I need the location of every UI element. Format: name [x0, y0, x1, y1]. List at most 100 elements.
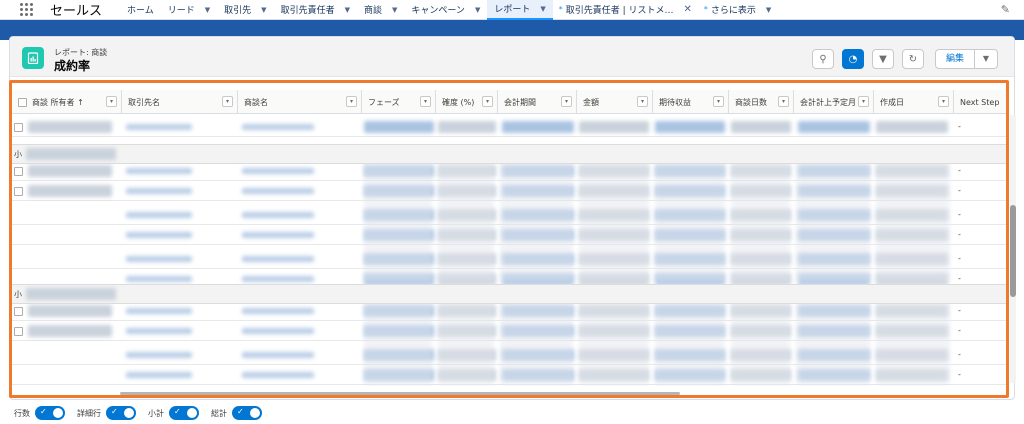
- subtotal-label: 小: [14, 150, 22, 159]
- column-header[interactable]: 確度 (%) ▾: [436, 90, 498, 114]
- redacted-account-link[interactable]: [126, 124, 192, 130]
- row-checkbox[interactable]: [14, 307, 23, 316]
- tab-contact-list[interactable]: * 取引先責任者 | リストメ… ✕: [553, 0, 698, 20]
- column-menu-icon[interactable]: ▾: [420, 96, 431, 107]
- nav-item-reports[interactable]: レポート ▼: [487, 0, 553, 20]
- column-header[interactable]: 取引先名 ▾: [122, 90, 238, 114]
- redacted-opportunity-link[interactable]: [242, 256, 314, 262]
- column-header[interactable]: 会計計上予定月 ▾: [794, 90, 874, 114]
- toggle-switch[interactable]: ✓: [232, 406, 262, 420]
- filter-button[interactable]: ▼: [872, 49, 894, 69]
- top-nav: セールス ホーム リード ▼ 取引先 ▼ 取引先責任者 ▼ 商談 ▼ キャンペーン ▼ レ…: [0, 0, 1024, 20]
- chart-toggle-button[interactable]: ◔: [842, 49, 864, 69]
- redacted-opportunity-link[interactable]: [242, 212, 314, 218]
- app-launcher-icon[interactable]: [20, 2, 34, 17]
- column-menu-icon[interactable]: ▾: [222, 96, 233, 107]
- row-checkbox[interactable]: [14, 167, 23, 176]
- nav-item-contacts[interactable]: 取引先責任者 ▼: [274, 0, 357, 20]
- redacted-account-link[interactable]: [126, 212, 192, 218]
- redacted-column-fill: [438, 294, 494, 384]
- column-header[interactable]: フェーズ ▾: [362, 90, 436, 114]
- toggle-grand-total[interactable]: 総計 ✓: [211, 406, 262, 420]
- pie-chart-icon: ◔: [848, 53, 858, 65]
- nav-item-opportunities[interactable]: 商談 ▼: [357, 0, 404, 20]
- chevron-down-icon[interactable]: ▼: [261, 6, 266, 14]
- edit-button[interactable]: 編集: [936, 50, 975, 68]
- redacted-account-link[interactable]: [126, 352, 192, 358]
- redacted-account-link[interactable]: [126, 256, 192, 262]
- column-header[interactable]: 作成日 ▾: [874, 90, 954, 114]
- column-header[interactable]: 会計期間 ▾: [498, 90, 577, 114]
- column-menu-icon[interactable]: ▾: [938, 96, 949, 107]
- app-name: セールス: [50, 4, 103, 19]
- redacted-account-link[interactable]: [126, 328, 192, 334]
- redacted-opportunity-link[interactable]: [242, 124, 314, 130]
- scrollbar-thumb[interactable]: [1010, 205, 1016, 297]
- redacted-opportunity-link[interactable]: [242, 352, 314, 358]
- next-step-value: -: [958, 230, 961, 239]
- redacted-account-link[interactable]: [126, 276, 192, 282]
- chevron-down-icon[interactable]: ▼: [540, 5, 545, 13]
- toggle-switch[interactable]: ✓: [35, 406, 65, 420]
- column-header[interactable]: 商談名 ▾: [238, 90, 362, 114]
- toggle-subtotals[interactable]: 小計 ✓: [148, 406, 199, 420]
- nav-item-campaigns[interactable]: キャンペーン ▼: [404, 0, 487, 20]
- redacted-opportunity-link[interactable]: [242, 328, 314, 334]
- more-menu[interactable]: * さらに表示 ▼: [698, 0, 777, 20]
- row-checkbox[interactable]: [14, 327, 23, 336]
- column-menu-icon[interactable]: ▾: [713, 96, 724, 107]
- pencil-icon[interactable]: ✎: [1001, 3, 1010, 16]
- close-icon[interactable]: ✕: [684, 4, 692, 15]
- chevron-down-icon[interactable]: ▼: [475, 6, 480, 14]
- column-menu-icon[interactable]: ▾: [637, 96, 648, 107]
- column-header[interactable]: Next Step: [954, 90, 1006, 114]
- redacted-opportunity-link[interactable]: [242, 188, 314, 194]
- redacted-opportunity-link[interactable]: [242, 232, 314, 238]
- chevron-down-icon[interactable]: ▼: [392, 6, 397, 14]
- chevron-down-icon[interactable]: ▼: [766, 6, 771, 14]
- toggle-detail-rows[interactable]: 詳細行 ✓: [77, 406, 136, 420]
- redacted-opportunity-link[interactable]: [242, 276, 314, 282]
- column-header[interactable]: 金額 ▾: [577, 90, 653, 114]
- next-step-value: -: [958, 166, 961, 175]
- toggle-switch[interactable]: ✓: [106, 406, 136, 420]
- column-menu-icon[interactable]: ▾: [778, 96, 789, 107]
- row-checkbox[interactable]: [14, 123, 23, 132]
- redacted-account-link[interactable]: [126, 168, 192, 174]
- redacted-owner: [28, 305, 112, 317]
- column-menu-icon[interactable]: ▾: [346, 96, 357, 107]
- column-header[interactable]: 期待収益 ▾: [653, 90, 729, 114]
- column-header-label: 期待収益: [659, 97, 691, 107]
- toggle-label: 詳細行: [77, 408, 101, 418]
- column-menu-icon[interactable]: ▾: [561, 96, 572, 107]
- refresh-button[interactable]: ↻: [902, 49, 924, 69]
- horizontal-scrollbar[interactable]: [120, 392, 680, 395]
- redacted-account-link[interactable]: [126, 232, 192, 238]
- select-all-checkbox[interactable]: [18, 97, 27, 107]
- nav-item-leads[interactable]: リード ▼: [161, 0, 217, 20]
- chevron-down-icon[interactable]: ▼: [975, 50, 997, 68]
- chevron-down-icon[interactable]: ▼: [205, 6, 210, 14]
- nav-item-accounts[interactable]: 取引先 ▼: [217, 0, 273, 20]
- redacted-account-link[interactable]: [126, 188, 192, 194]
- redacted-opportunity-link[interactable]: [242, 372, 314, 378]
- redacted-opportunity-link[interactable]: [242, 308, 314, 314]
- search-icon: ⚲: [819, 53, 827, 65]
- redacted-opportunity-link[interactable]: [242, 168, 314, 174]
- column-menu-icon[interactable]: ▾: [482, 96, 493, 107]
- toggle-row-counts[interactable]: 行数 ✓: [14, 406, 65, 420]
- search-button[interactable]: ⚲: [812, 49, 834, 69]
- row-checkbox[interactable]: [14, 187, 23, 196]
- nav-item-home[interactable]: ホーム: [120, 0, 161, 20]
- redacted-account-link[interactable]: [126, 308, 192, 314]
- column-header[interactable]: 商談 所有者 ↑ ▾: [12, 90, 122, 114]
- redacted-column-fill: [579, 294, 649, 384]
- column-header[interactable]: 商談日数 ▾: [729, 90, 794, 114]
- column-menu-icon[interactable]: ▾: [858, 96, 869, 107]
- toggle-switch[interactable]: ✓: [169, 406, 199, 420]
- column-menu-icon[interactable]: ▾: [106, 96, 117, 107]
- redacted-column-fill: [438, 154, 494, 282]
- redacted-account-link[interactable]: [126, 372, 192, 378]
- vertical-scrollbar[interactable]: [1010, 115, 1016, 383]
- chevron-down-icon[interactable]: ▼: [345, 6, 350, 14]
